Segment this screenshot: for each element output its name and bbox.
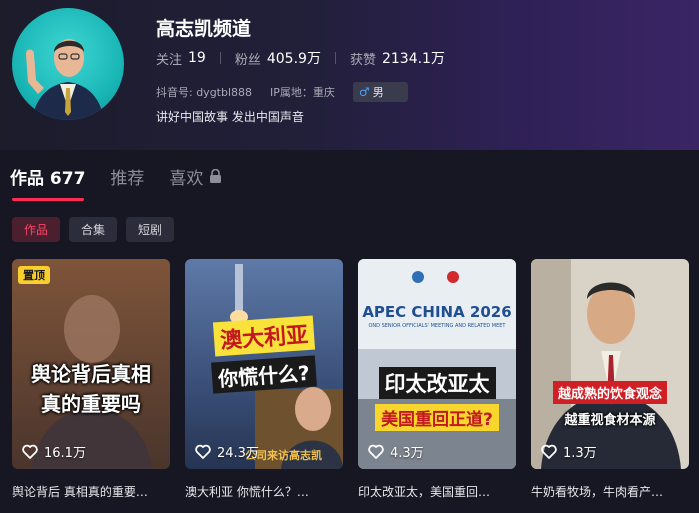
profile-stats: 关注 19 粉丝 405.9万 获赞 2134.1万 <box>156 48 445 68</box>
tab-recommended[interactable]: 推荐 <box>110 164 144 189</box>
stat-label: 关注 <box>156 52 183 68</box>
video-overlay-title: 印太改亚太 美国重回正道? <box>358 367 516 431</box>
heart-icon <box>541 444 557 459</box>
like-count: 16.1万 <box>22 442 86 461</box>
chip-collections[interactable]: 合集 <box>69 217 118 242</box>
overlay-line: 你慌什么? <box>211 355 317 394</box>
lock-icon <box>210 169 222 183</box>
stat-label: 获赞 <box>349 52 376 68</box>
video-thumbnail <box>358 259 516 469</box>
video-caption[interactable]: 牛奶看牧场，牛肉看产… <box>531 483 689 500</box>
overlay-line: 印太改亚太 <box>378 367 496 399</box>
tab-label: 喜欢 <box>169 169 204 189</box>
overlay-line: 澳大利亚 <box>212 315 316 357</box>
overlay-line: 真的重要吗 <box>41 392 141 416</box>
stat-label: 粉丝 <box>234 52 261 68</box>
avatar[interactable] <box>12 8 124 120</box>
like-count: 1.3万 <box>541 442 597 461</box>
banner-title: APEC CHINA 2026 <box>362 303 512 321</box>
like-value: 24.3万 <box>217 446 259 461</box>
pinned-badge: 置顶 <box>18 266 50 284</box>
active-tab-indicator <box>12 198 84 201</box>
tab-works[interactable]: 作品 677 <box>10 164 85 189</box>
video-overlay-title: 舆论背后真相 真的重要吗 <box>12 359 170 419</box>
channel-name: 高志凯频道 <box>156 18 252 40</box>
stat-following[interactable]: 关注 19 <box>156 49 206 68</box>
like-value: 16.1万 <box>44 446 86 461</box>
like-value: 1.3万 <box>563 446 597 461</box>
video-overlay-title: 澳大利亚 你慌什么? <box>185 315 343 394</box>
heart-icon <box>22 444 38 459</box>
video-thumbnail <box>531 259 689 469</box>
chip-short-drama[interactable]: 短剧 <box>126 217 175 242</box>
video-caption[interactable]: 澳大利亚 你慌什么？… <box>185 483 343 500</box>
video-caption[interactable]: 印太改亚太，美国重回… <box>358 483 516 500</box>
stat-value: 19 <box>188 50 206 66</box>
like-value: 4.3万 <box>390 446 424 461</box>
filter-chips: 作品 合集 短剧 <box>12 217 183 242</box>
ip-location: IP属地：重庆 <box>270 86 335 99</box>
gender-label: 男 <box>372 86 384 99</box>
gender-badge: ♂ 男 <box>352 82 408 102</box>
overlay-line: 越重视食材本源 <box>564 413 656 428</box>
video-card[interactable]: APEC CHINA 2026 OND SENIOR OFFICIALS' ME… <box>358 259 516 469</box>
like-count: 24.3万 <box>195 442 259 461</box>
video-card[interactable]: 越成熟的饮食观念 越重视食材本源 1.3万 <box>531 259 689 469</box>
video-overlay-title: 越成熟的饮食观念 越重视食材本源 <box>531 381 689 428</box>
male-icon: ♂ <box>358 85 370 99</box>
overlay-line: 越成熟的饮食观念 <box>552 381 667 404</box>
stat-value: 405.9万 <box>266 51 321 67</box>
chip-works[interactable]: 作品 <box>12 217 61 242</box>
tab-label: 作品 677 <box>10 169 86 189</box>
overlay-line: 舆论背后真相 <box>31 362 151 386</box>
tab-label: 推荐 <box>110 169 145 189</box>
video-card[interactable]: 澳大利亚 你慌什么? 公司来访高志凯 24.3万 <box>185 259 343 469</box>
tab-likes[interactable]: 喜欢 <box>169 164 222 189</box>
banner-subtitle: OND SENIOR OFFICIALS' MEETING AND RELATE… <box>368 323 506 329</box>
like-count: 4.3万 <box>368 442 424 461</box>
stat-likes: 获赞 2134.1万 <box>350 48 445 68</box>
stat-value: 2134.1万 <box>381 51 445 67</box>
overlay-line: 美国重回正道? <box>375 404 499 431</box>
douyin-id: 抖音号: dygtbl888 <box>156 86 253 99</box>
heart-icon <box>368 444 384 459</box>
divider <box>219 52 221 64</box>
video-caption[interactable]: 舆论背后 真相真的重要… <box>12 483 170 500</box>
heart-icon <box>195 444 211 459</box>
divider <box>334 52 336 64</box>
profile-meta: 抖音号: dygtbl888 IP属地：重庆 ♂ 男 <box>156 82 408 102</box>
stat-followers[interactable]: 粉丝 405.9万 <box>235 48 321 68</box>
bio: 讲好中国故事 发出中国声音 <box>156 110 304 124</box>
profile-tabs: 作品 677 推荐 喜欢 <box>10 164 247 189</box>
video-card[interactable]: 置顶 舆论背后真相 真的重要吗 16.1万 <box>12 259 170 469</box>
profile-header: 高志凯频道 关注 19 粉丝 405.9万 获赞 2134.1万 抖音号: dy… <box>0 0 699 150</box>
